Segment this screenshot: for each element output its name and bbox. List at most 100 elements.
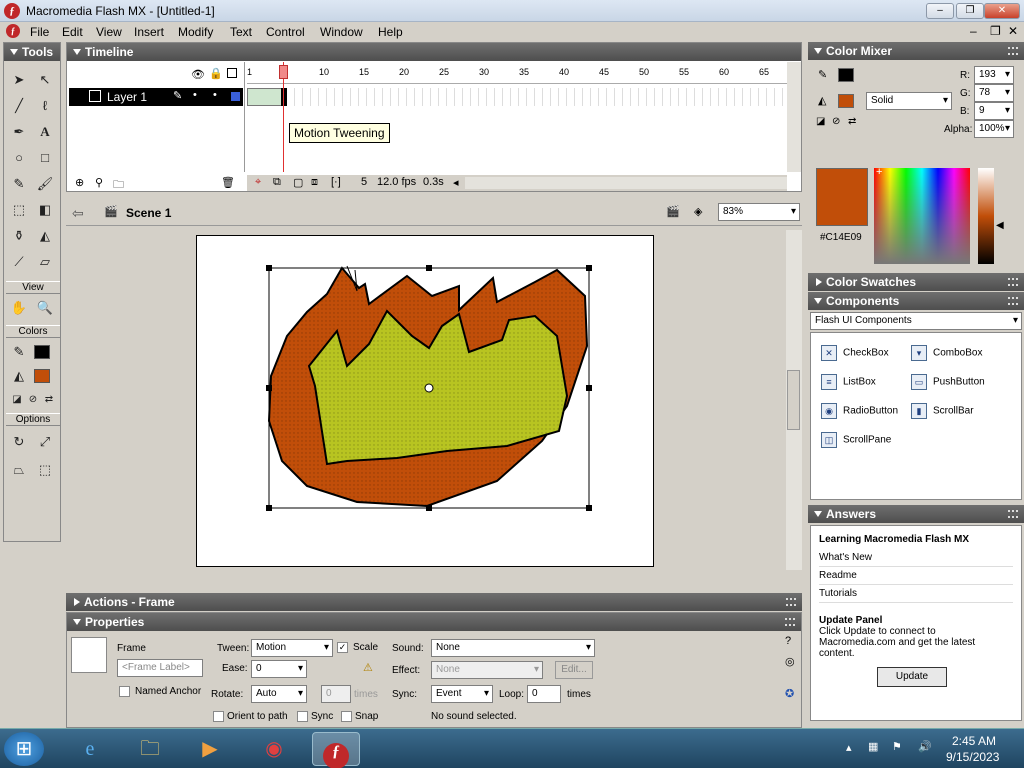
g-input[interactable]: 78 xyxy=(974,84,1014,102)
properties-header[interactable]: Properties xyxy=(67,613,801,631)
back-arrow-icon[interactable]: ⇦ xyxy=(72,205,84,222)
mixer-swap-icon[interactable]: ⇄ xyxy=(848,116,856,127)
brush-tool-icon[interactable]: 🖌 xyxy=(34,173,56,195)
help-icon[interactable]: ? xyxy=(785,635,791,647)
tools-header[interactable]: Tools xyxy=(4,43,60,61)
rotate-times-input[interactable]: 0 xyxy=(321,685,351,703)
eraser-tool-icon[interactable]: ▱ xyxy=(34,251,56,273)
answers-header[interactable]: Answers xyxy=(808,505,1024,523)
menu-window[interactable]: Window xyxy=(320,25,363,39)
eye-icon[interactable]: 👁 xyxy=(191,68,205,81)
fill-color-swatch[interactable] xyxy=(34,369,50,383)
b-input[interactable]: 9 xyxy=(974,102,1014,120)
text-tool-icon[interactable]: A xyxy=(34,121,56,143)
scale-option-icon[interactable]: ⤢ xyxy=(34,431,56,453)
rotate-select[interactable]: Auto xyxy=(251,685,307,703)
timeline-hscroll[interactable] xyxy=(465,177,787,189)
pen-tool-icon[interactable]: ✒ xyxy=(8,121,30,143)
ink-bottle-tool-icon[interactable]: ⚱ xyxy=(8,225,30,247)
visibility-dot[interactable]: • xyxy=(193,89,197,101)
minimize-button[interactable]: – xyxy=(926,3,954,19)
envelope-option-icon[interactable]: ⬚ xyxy=(34,459,56,481)
mixer-fill-swatch[interactable] xyxy=(838,94,854,108)
edit-multiple-icon[interactable]: ⧈ xyxy=(311,176,318,189)
sound-select[interactable]: None xyxy=(431,639,595,657)
stage-vscroll[interactable] xyxy=(786,230,802,570)
frame-row[interactable] xyxy=(247,88,787,106)
brightness-slider[interactable] xyxy=(978,168,994,264)
tutorials-link[interactable]: Tutorials xyxy=(819,585,1013,603)
modify-markers-icon[interactable]: [·] xyxy=(331,176,341,188)
mixer-stroke-swatch[interactable] xyxy=(838,68,854,82)
add-folder-icon[interactable]: 🗀 xyxy=(113,176,124,195)
oval-tool-icon[interactable]: ○ xyxy=(8,147,30,169)
menu-insert[interactable]: Insert xyxy=(134,25,164,39)
doc-minimize-icon[interactable]: – xyxy=(970,24,977,38)
line-tool-icon[interactable]: ╱ xyxy=(8,95,30,117)
add-layer-icon[interactable]: ⊕ xyxy=(75,176,84,189)
hex-value[interactable]: #C14E09 xyxy=(816,230,868,248)
tray-volume-icon[interactable]: 🔊 xyxy=(918,740,932,753)
layer-row[interactable]: Layer 1 ✎ • • xyxy=(69,88,243,106)
doc-close-icon[interactable]: ✕ xyxy=(1008,24,1018,38)
component-combobox[interactable]: ▾ ComboBox xyxy=(911,345,982,361)
add-guide-layer-icon[interactable]: ⚲ xyxy=(95,176,103,189)
menu-control[interactable]: Control xyxy=(266,25,305,39)
delete-layer-icon[interactable]: 🗑 xyxy=(221,176,235,189)
actions-panel-header[interactable]: Actions - Frame xyxy=(66,593,802,611)
distort-option-icon[interactable]: ⏢ xyxy=(8,459,30,481)
flash-taskbar-icon[interactable]: ƒ xyxy=(312,732,360,768)
component-listbox[interactable]: ≡ ListBox xyxy=(821,374,876,390)
clock-time[interactable]: 2:45 AM xyxy=(952,734,996,748)
menu-view[interactable]: View xyxy=(96,25,122,39)
paint-bucket-tool-icon[interactable]: ◭ xyxy=(34,225,56,247)
scene-name[interactable]: Scene 1 xyxy=(126,206,171,220)
media-player-icon[interactable]: ▶ xyxy=(186,732,234,766)
update-button[interactable]: Update xyxy=(877,667,947,687)
tray-expand-icon[interactable]: ▴ xyxy=(846,741,852,754)
named-anchor-checkbox[interactable] xyxy=(119,686,130,697)
component-checkbox[interactable]: ✕ CheckBox xyxy=(821,345,889,361)
stage-canvas[interactable] xyxy=(196,235,654,567)
zoom-tool-icon[interactable]: 🔍 xyxy=(34,297,56,319)
doc-restore-icon[interactable]: ❐ xyxy=(990,24,1001,38)
subselect-tool-icon[interactable]: ↖ xyxy=(34,69,56,91)
component-set-select[interactable]: Flash UI Components xyxy=(810,312,1022,330)
arrow-tool-icon[interactable]: ➤ xyxy=(8,69,30,91)
hscroll-left-icon[interactable]: ◂ xyxy=(453,176,459,189)
playhead[interactable] xyxy=(279,65,288,79)
effect-select[interactable]: None xyxy=(431,661,543,679)
component-pushbutton[interactable]: ▭ PushButton xyxy=(911,374,985,390)
start-button[interactable]: ⊞ xyxy=(4,732,44,766)
free-transform-tool-icon[interactable]: ⬚ xyxy=(8,199,30,221)
scale-checkbox[interactable]: ✓ xyxy=(337,642,348,653)
lock-dot[interactable]: • xyxy=(213,89,217,101)
stage-area[interactable] xyxy=(66,230,786,570)
tray-network-icon[interactable]: ▦ xyxy=(868,740,878,753)
rotate-option-icon[interactable]: ↻ xyxy=(8,431,30,453)
menu-edit[interactable]: Edit xyxy=(62,25,83,39)
rectangle-tool-icon[interactable]: □ xyxy=(34,147,56,169)
menu-text[interactable]: Text xyxy=(230,25,252,39)
pencil-tool-icon[interactable]: ✎ xyxy=(8,173,30,195)
artwork[interactable] xyxy=(197,236,655,568)
frame-ruler[interactable]: 15101520253035404550556065 xyxy=(247,62,787,84)
menu-file[interactable]: File xyxy=(30,25,49,39)
mixer-default-colors-icon[interactable]: ◪ xyxy=(816,116,825,127)
menu-help[interactable]: Help xyxy=(378,25,403,39)
stage-vscroll-thumb[interactable] xyxy=(787,370,800,430)
zoom-select[interactable]: 83% xyxy=(718,203,800,221)
restore-button[interactable]: ❐ xyxy=(956,3,984,19)
outline-icon[interactable] xyxy=(227,68,237,78)
file-explorer-icon[interactable]: 🗀 xyxy=(126,732,174,766)
tween-select[interactable]: Motion xyxy=(251,639,333,657)
keyframe[interactable] xyxy=(281,88,287,106)
brightness-arrow-icon[interactable]: ◀ xyxy=(996,220,1004,231)
component-scrollpane[interactable]: ◫ ScrollPane xyxy=(821,432,891,448)
readme-link[interactable]: Readme xyxy=(819,567,1013,585)
swap-colors-icon[interactable]: ⇄ xyxy=(38,389,60,411)
frame-label-input[interactable]: <Frame Label> xyxy=(117,659,203,677)
r-input[interactable]: 193 xyxy=(974,66,1014,84)
edit-sound-button[interactable]: Edit... xyxy=(555,661,593,679)
chrome-icon[interactable]: ◉ xyxy=(250,732,298,766)
